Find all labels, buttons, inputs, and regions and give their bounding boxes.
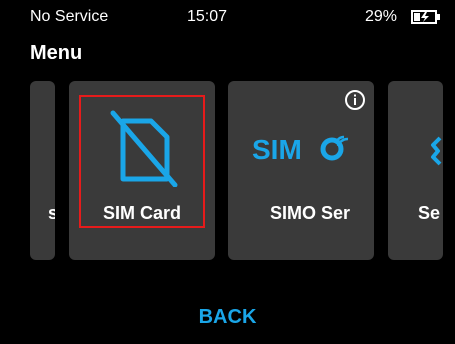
page-title: Menu <box>30 42 83 64</box>
battery-charging-icon <box>411 10 440 24</box>
simo-logo-text: SIM <box>252 134 302 165</box>
menu-card-simo-services[interactable]: SIM SIMO Ser <box>228 81 374 260</box>
card-label: SIMO Ser <box>270 203 351 223</box>
back-button[interactable]: BACK <box>0 306 455 329</box>
selection-highlight <box>79 95 205 228</box>
card-label: Se <box>418 203 441 223</box>
clock: 15:07 <box>187 8 228 25</box>
card-label: s <box>48 203 55 223</box>
menu-card-next[interactable]: Se <box>388 81 443 260</box>
simo-logo: SIM <box>252 134 349 165</box>
carrier-status: No Service <box>30 8 109 25</box>
menu-card-previous[interactable]: s <box>30 81 55 260</box>
battery-percent: 29% <box>365 8 398 25</box>
info-icon[interactable] <box>344 89 366 111</box>
partial-icon <box>431 136 442 166</box>
status-bar: No Service 15:07 29% <box>0 0 455 30</box>
menu-screen: No Service 15:07 29% Menu s SIM Card SIM <box>0 0 455 344</box>
